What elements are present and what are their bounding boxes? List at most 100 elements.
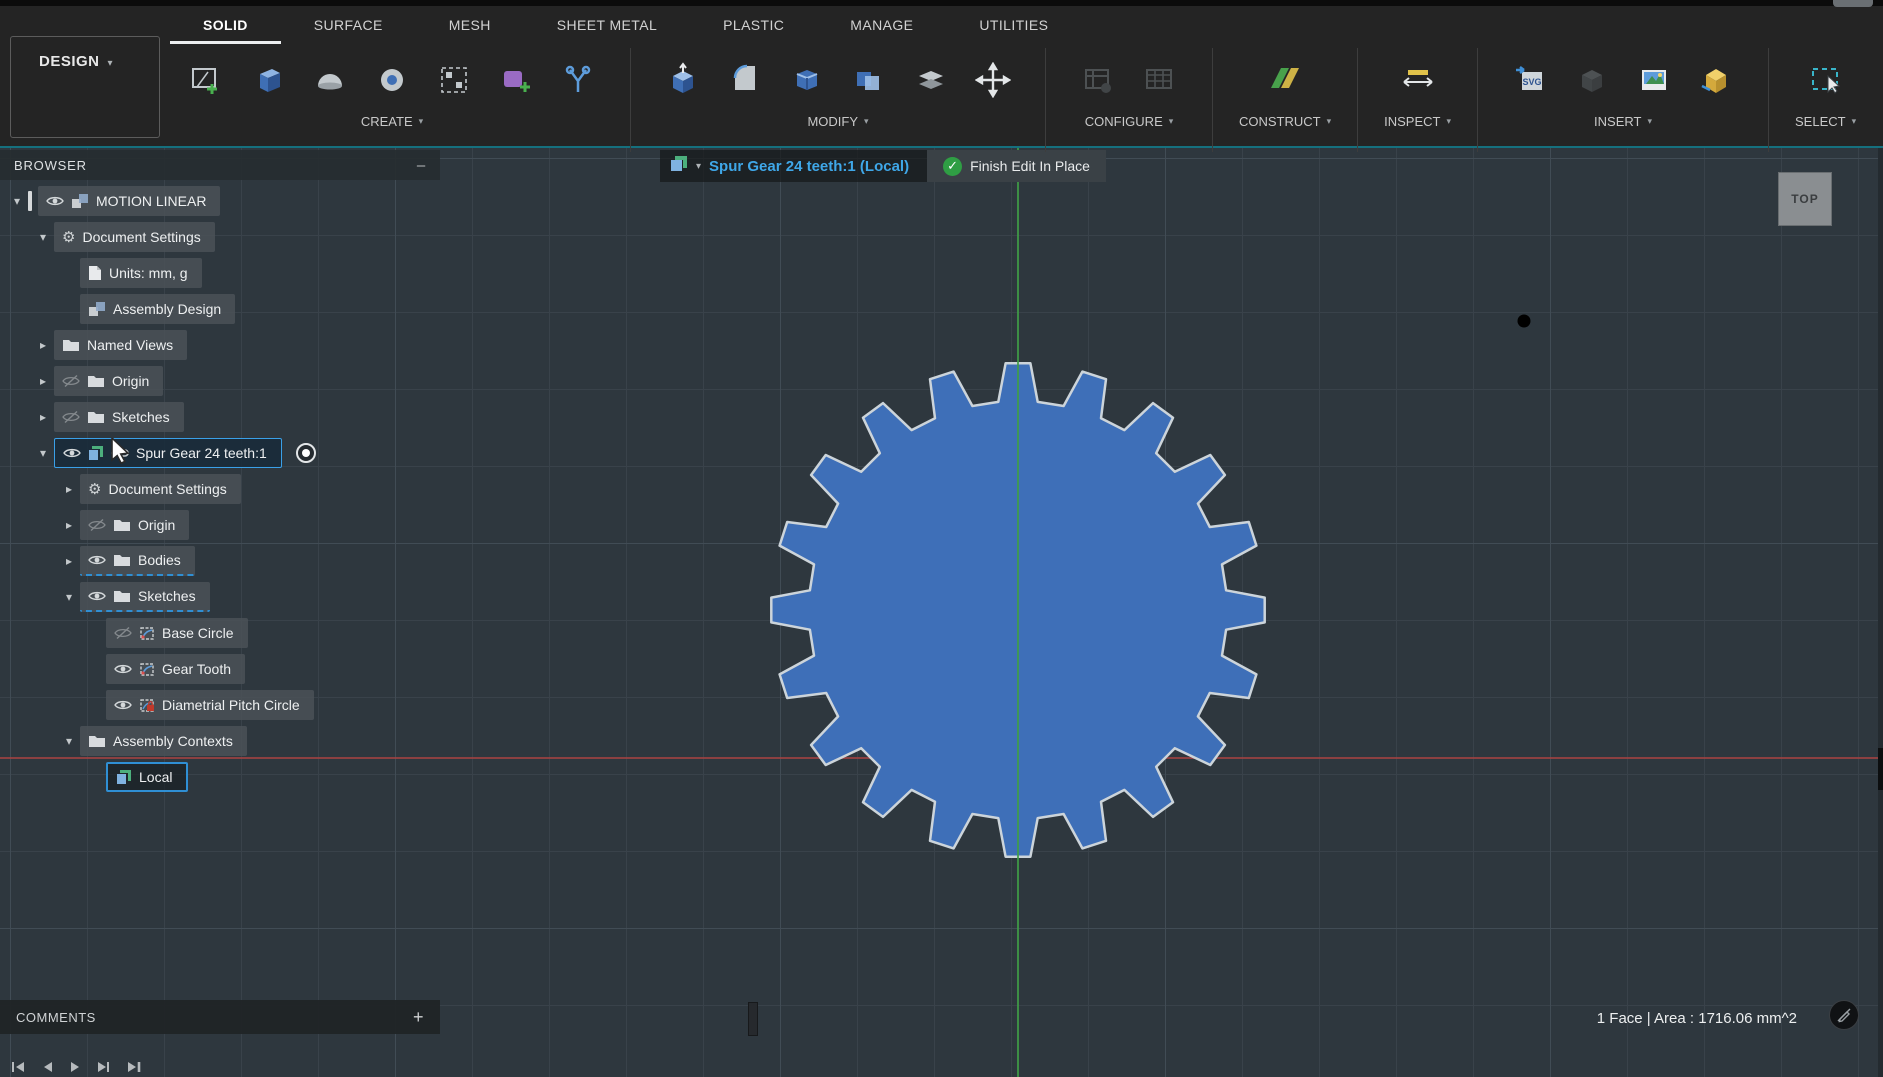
- caret-right-icon[interactable]: ▸: [58, 482, 80, 496]
- configuration-table-icon[interactable]: [1134, 52, 1186, 108]
- browser-row[interactable]: ▸ ⚙ Document Settings: [0, 474, 440, 504]
- go-to-start-button[interactable]: [10, 1060, 26, 1077]
- insert-mesh-icon[interactable]: [1566, 52, 1618, 108]
- tab-solid[interactable]: SOLID: [170, 10, 281, 44]
- create-form-icon[interactable]: [490, 52, 542, 108]
- browser-row[interactable]: ▾ MOTION LINEAR: [0, 186, 440, 216]
- edit-restriction-icon[interactable]: [1829, 1000, 1859, 1030]
- construct-plane-icon[interactable]: [1259, 52, 1311, 108]
- browser-item[interactable]: Local: [106, 762, 189, 792]
- visibility-eye-icon[interactable]: [63, 446, 81, 460]
- visibility-eye-off-icon[interactable]: [114, 626, 132, 640]
- visibility-eye-icon[interactable]: [114, 698, 132, 712]
- caret-down-icon[interactable]: ▾: [6, 194, 28, 208]
- caret-right-icon[interactable]: ▸: [32, 374, 54, 388]
- workspace-switcher[interactable]: DESIGN ▾: [10, 36, 160, 138]
- caret-down-icon[interactable]: ▾: [32, 230, 54, 244]
- caret-down-icon[interactable]: ▾: [32, 446, 54, 460]
- browser-item-label[interactable]: Units: mm, g: [109, 265, 188, 281]
- modify-dropdown[interactable]: MODIFY ▾: [807, 114, 868, 129]
- browser-row[interactable]: Local: [0, 762, 440, 792]
- caret-down-icon[interactable]: ▾: [58, 590, 80, 604]
- browser-item-label[interactable]: Origin: [138, 517, 175, 533]
- browser-item[interactable]: ⚙ Document Settings: [54, 222, 215, 252]
- view-cube[interactable]: TOP: [1778, 172, 1832, 226]
- visibility-eye-off-icon[interactable]: [62, 410, 80, 424]
- browser-row[interactable]: Assembly Design: [0, 294, 440, 324]
- browser-row[interactable]: Units: mm, g: [0, 258, 440, 288]
- browser-item-label[interactable]: Origin: [112, 373, 149, 389]
- browser-item[interactable]: Gear Tooth: [106, 654, 246, 684]
- browser-item[interactable]: Named Views: [54, 330, 188, 360]
- browser-item-label[interactable]: Bodies: [138, 552, 181, 568]
- step-forward-button[interactable]: [96, 1060, 112, 1077]
- browser-item-label[interactable]: Assembly Design: [113, 301, 221, 317]
- visibility-eye-icon[interactable]: [88, 553, 106, 567]
- browser-item-label[interactable]: Named Views: [87, 337, 173, 353]
- browser-item-label[interactable]: Spur Gear 24 teeth:1: [136, 445, 267, 461]
- caret-right-icon[interactable]: ▸: [32, 338, 54, 352]
- browser-item-label[interactable]: Base Circle: [162, 625, 234, 641]
- scrollbar-thumb[interactable]: [1878, 748, 1883, 790]
- browser-row[interactable]: ▾ ⚙ Document Settings: [0, 222, 440, 252]
- measure-icon[interactable]: [1392, 52, 1444, 108]
- press-pull-icon[interactable]: [657, 52, 709, 108]
- tab-mesh[interactable]: MESH: [416, 10, 524, 44]
- browser-row[interactable]: ▸ Named Views: [0, 330, 440, 360]
- offset-plane-icon[interactable]: [905, 52, 957, 108]
- browser-row[interactable]: ▸ Bodies: [0, 546, 440, 576]
- visibility-eye-off-icon[interactable]: [88, 518, 106, 532]
- select-dropdown[interactable]: SELECT ▾: [1795, 114, 1856, 129]
- browser-item[interactable]: ⚙ Document Settings: [80, 474, 241, 504]
- pattern-icon[interactable]: [428, 52, 480, 108]
- browser-item[interactable]: Diametrial Pitch Circle: [106, 690, 314, 720]
- tab-surface[interactable]: SURFACE: [281, 10, 416, 44]
- right-scrollbar[interactable]: [1878, 148, 1883, 1077]
- inspect-dropdown[interactable]: INSPECT ▾: [1384, 114, 1451, 129]
- chevron-down-icon[interactable]: ▾: [696, 161, 701, 172]
- browser-row[interactable]: ▸ Sketches: [0, 402, 440, 432]
- play-button[interactable]: [68, 1060, 82, 1077]
- tab-utilities[interactable]: UTILITIES: [946, 10, 1081, 44]
- revolve-icon[interactable]: [304, 52, 356, 108]
- browser-item[interactable]: MOTION LINEAR: [38, 186, 221, 216]
- tab-manage[interactable]: MANAGE: [817, 10, 946, 44]
- browser-item[interactable]: Sketches: [54, 402, 184, 432]
- browser-item[interactable]: Sketches: [80, 582, 210, 612]
- browser-item-label[interactable]: Document Settings: [82, 229, 200, 245]
- insert-svg-icon[interactable]: SVG: [1504, 52, 1556, 108]
- browser-item-label[interactable]: Document Settings: [108, 481, 226, 497]
- browser-item-label[interactable]: Local: [139, 769, 172, 785]
- finish-edit-in-place-button[interactable]: ✓ Finish Edit In Place: [927, 150, 1106, 182]
- move-copy-icon[interactable]: [967, 52, 1019, 108]
- insert-mcmaster-icon[interactable]: [1690, 52, 1742, 108]
- browser-row[interactable]: ▾ Assembly Contexts: [0, 726, 440, 756]
- browser-item[interactable]: Origin: [80, 510, 190, 540]
- browser-row[interactable]: ▸ Origin: [0, 366, 440, 396]
- browser-item-label[interactable]: Sketches: [138, 588, 196, 604]
- browser-row[interactable]: ▸ Origin: [0, 510, 440, 540]
- visibility-eye-icon[interactable]: [46, 194, 64, 208]
- visibility-eye-off-icon[interactable]: [62, 374, 80, 388]
- browser-item[interactable]: Assembly Design: [80, 294, 236, 324]
- hole-icon[interactable]: [366, 52, 418, 108]
- collapse-icon[interactable]: –: [417, 157, 426, 174]
- browser-item-label[interactable]: Sketches: [112, 409, 170, 425]
- step-back-button[interactable]: [40, 1060, 54, 1077]
- browser-item[interactable]: Bodies: [80, 546, 195, 576]
- joint-origin-icon[interactable]: [552, 52, 604, 108]
- browser-row[interactable]: Diametrial Pitch Circle: [0, 690, 440, 720]
- browser-row[interactable]: Base Circle: [0, 618, 440, 648]
- tab-plastic[interactable]: PLASTIC: [690, 10, 817, 44]
- caret-down-icon[interactable]: ▾: [58, 734, 80, 748]
- extrude-icon[interactable]: [242, 52, 294, 108]
- fillet-icon[interactable]: [719, 52, 771, 108]
- browser-item-label[interactable]: Gear Tooth: [162, 661, 231, 677]
- tab-sheet-metal[interactable]: SHEET METAL: [524, 10, 690, 44]
- configure-icon[interactable]: [1072, 52, 1124, 108]
- browser-item-label[interactable]: Assembly Contexts: [113, 733, 233, 749]
- visibility-eye-icon[interactable]: [114, 662, 132, 676]
- combine-icon[interactable]: [843, 52, 895, 108]
- browser-item[interactable]: Origin: [54, 366, 164, 396]
- add-comment-button[interactable]: +: [413, 1007, 424, 1028]
